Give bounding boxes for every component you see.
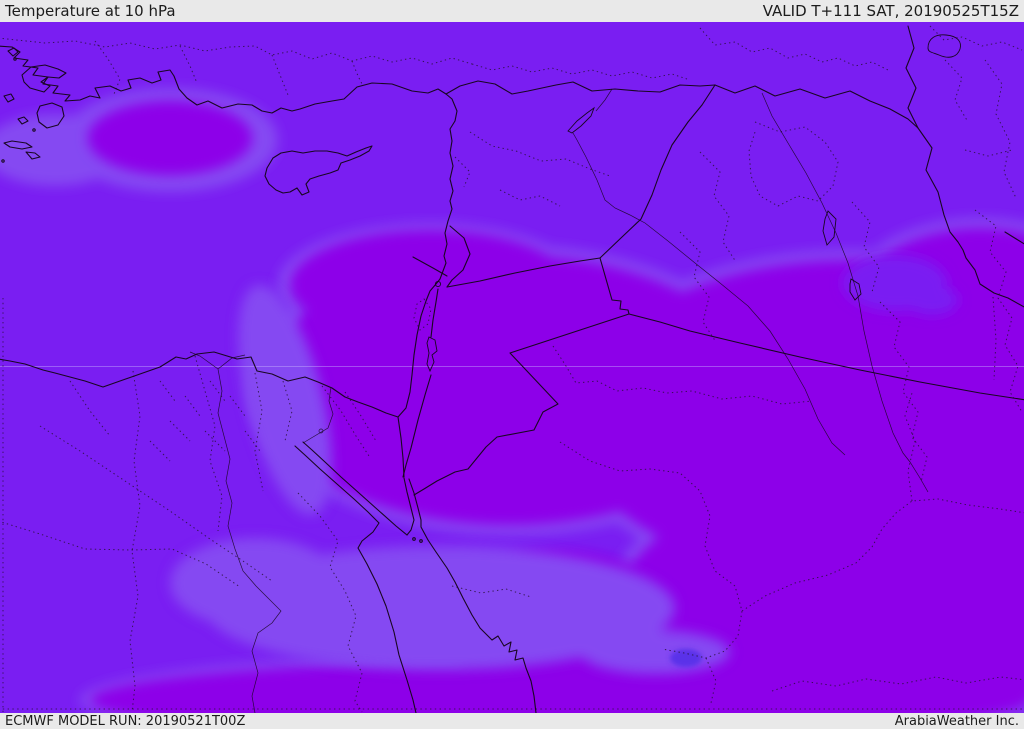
temperature-shading-layer [0, 22, 1024, 713]
brand-label: ArabiaWeather Inc. [894, 713, 1019, 729]
model-run-label: ECMWF MODEL RUN: 20190521T00Z [5, 713, 246, 729]
page-title: Temperature at 10 hPa [5, 2, 176, 20]
valid-time-label: VALID T+111 SAT, 20190525T15Z [762, 2, 1019, 20]
weather-map-app: Temperature at 10 hPa VALID T+111 SAT, 2… [0, 0, 1024, 729]
header-bar: Temperature at 10 hPa VALID T+111 SAT, 2… [0, 0, 1024, 22]
map-canvas [0, 22, 1024, 713]
footer-bar: ECMWF MODEL RUN: 20190521T00Z ArabiaWeat… [0, 713, 1024, 729]
